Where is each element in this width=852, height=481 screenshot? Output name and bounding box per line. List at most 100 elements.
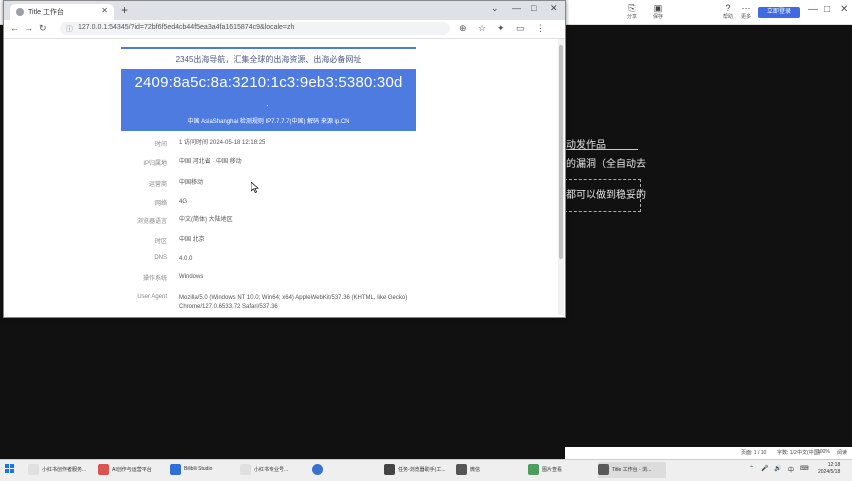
info-key: 浏览器语言 <box>136 219 167 225</box>
info-key: 运营商 <box>148 182 167 188</box>
address-url[interactable]: 127.0.0.1:54345/?id=72bf6f5ed4cb44f5ea3a… <box>78 24 294 31</box>
app-icon <box>598 464 609 475</box>
browser-close-icon[interactable]: ✕ <box>550 3 558 14</box>
share-tool-label: 分享 <box>626 14 637 20</box>
address-bar[interactable]: ⓘ 127.0.0.1:54345/?id=72bf6f5ed4cb44f5ea… <box>60 22 450 35</box>
page-indicator: 页面: 1 / 10 <box>741 450 767 456</box>
taskbar-item[interactable]: 图片查看 <box>528 462 572 478</box>
taskbar-item-label: 图片查看 <box>542 467 563 473</box>
banner-dot: · <box>266 101 269 110</box>
taskbar-item[interactable] <box>312 462 326 478</box>
browser-app-icon <box>312 464 323 475</box>
save-tool-button[interactable]: ▣ 保存 <box>646 3 670 20</box>
more-tool-button[interactable]: ⋯ 更多 <box>734 3 758 20</box>
taskbar-item-label: AI创作与运营平台 <box>112 467 152 473</box>
clock-date: 2024/5/18 <box>818 469 841 475</box>
taskbar-item[interactable]: 小红书专业号... <box>240 462 304 478</box>
top-accent-line <box>121 47 416 49</box>
taskbar-item-label: 微信 <box>470 467 481 473</box>
ip-address: 2409:8a5c:8a:3210:1c3:9eb3:5380:30d <box>134 74 403 91</box>
taskbar-item-active[interactable]: Title 工作台 - 浏... <box>598 462 666 478</box>
share-icon: ⎘ <box>628 3 636 13</box>
taskbar-item-label: 小红书专业号... <box>254 467 289 473</box>
scrollbar-thumb[interactable] <box>559 45 563 259</box>
tray-overflow-icon[interactable]: ⌃ <box>749 465 754 472</box>
zoom-icon[interactable]: ⊕ <box>459 23 467 34</box>
close-icon[interactable]: ✕ <box>840 4 848 15</box>
browser-minimize-icon[interactable]: — <box>512 3 521 13</box>
taskbar-item-label: 小红书创作者服务... <box>42 467 87 473</box>
info-key: 时区 <box>154 239 167 245</box>
info-key: 操作系统 <box>142 276 167 282</box>
info-key: IP归属地 <box>143 161 167 167</box>
maximize-icon[interactable]: □ <box>824 4 830 15</box>
zoom-level[interactable]: 100% <box>817 449 830 455</box>
wechat-icon <box>456 464 467 475</box>
app-icon <box>170 464 181 475</box>
reload-icon[interactable]: ↻ <box>39 23 47 34</box>
ip-banner: 2409:8a5c:8a:3210:1c3:9eb3:5380:30d · 中国… <box>121 69 416 131</box>
info-value: 中国 河北省 · 中国 移动 <box>179 159 242 165</box>
page-scrollbar[interactable] <box>558 39 564 315</box>
help-tool-label: 帮助 <box>722 14 733 20</box>
taskbar-item-label: Bilibili Studio <box>184 466 213 472</box>
ime-indicator[interactable]: 中 <box>788 465 794 474</box>
volume-icon[interactable]: 🔊 <box>774 465 781 472</box>
info-value: 中国 北京 <box>179 237 205 243</box>
keyboard-icon[interactable]: ⌨ <box>800 465 809 472</box>
app-icon <box>98 464 109 475</box>
tab-close-icon[interactable]: ✕ <box>101 6 108 15</box>
taskbar-item[interactable]: Bilibili Studio <box>170 462 228 478</box>
taskbar-item-label: 任务-浏览器助手(工... <box>398 467 446 473</box>
tab-active[interactable]: Title 工作台 ✕ <box>10 4 114 20</box>
browser-window: Title 工作台 ✕ + ⌄ — □ ✕ ← → ↻ ⓘ 127.0.0.1:… <box>3 0 566 318</box>
tab-search-icon[interactable]: ⌄ <box>491 3 499 14</box>
minimize-icon[interactable]: — <box>808 4 818 15</box>
banner-info: 中国 AsiaShanghai 检测规则 IP7.7.7.7(中国) 解码 来源… <box>187 119 350 125</box>
browser-maximize-icon[interactable]: □ <box>531 3 536 13</box>
taskbar-item[interactable]: AI创作与运营平台 <box>98 462 166 478</box>
tab-strip: Title 工作台 ✕ + ⌄ — □ ✕ <box>4 1 565 20</box>
extensions-icon[interactable]: ✦ <box>497 23 505 34</box>
reading-mode[interactable]: 阅读 <box>837 449 847 456</box>
info-value: Mozilla/5.0 (Windows NT 10.0; Win64; x64… <box>179 295 408 310</box>
site-info-icon[interactable]: ⓘ <box>66 24 73 34</box>
promo-link[interactable]: 2345出海导航，汇集全球的出海资源、出海必备网址 <box>121 54 416 65</box>
app-icon <box>384 464 395 475</box>
doc-divider <box>566 149 638 150</box>
info-key: 网络 <box>154 201 167 207</box>
save-tool-label: 保存 <box>652 14 663 20</box>
new-tab-button[interactable]: + <box>121 3 128 17</box>
info-value: 4G <box>179 199 188 205</box>
app-icon <box>28 464 39 475</box>
info-value: 中国移动 <box>179 180 204 186</box>
forward-icon[interactable]: → <box>24 23 33 33</box>
system-clock[interactable]: 12:18 2024/5/18 <box>818 462 840 476</box>
doc-line-3: 都可以做到稳妥的 <box>566 190 646 201</box>
tab-favicon-icon <box>16 8 24 16</box>
menu-icon[interactable]: ⋮ <box>536 23 545 34</box>
taskbar: 小红书创作者服务... AI创作与运营平台 Bilibili Studio 小红… <box>0 459 852 481</box>
taskbar-item[interactable]: 任务-浏览器助手(工... <box>384 462 448 478</box>
browser-toolbar: ← → ↻ ⓘ 127.0.0.1:54345/?id=72bf6f5ed4cb… <box>4 20 565 39</box>
doc-line-2: 的漏洞（全自动去 <box>566 159 646 170</box>
taskbar-item[interactable]: 小红书创作者服务... <box>28 462 100 478</box>
word-count: 字数: 1/2 <box>777 450 797 456</box>
taskbar-item-label: Title 工作台 - 浏... <box>612 467 652 473</box>
login-button[interactable]: 立即登录 <box>758 7 800 18</box>
clock-time: 12:18 <box>827 462 841 468</box>
microphone-icon[interactable]: 🎤 <box>761 465 768 472</box>
page-viewport: 2345出海导航，汇集全球的出海资源、出海必备网址 2409:8a5c:8a:3… <box>4 39 557 317</box>
more-icon: ⋯ <box>741 3 751 13</box>
start-menu-icon[interactable] <box>5 464 15 474</box>
bookmark-star-icon[interactable]: ☆ <box>478 23 486 34</box>
tab-title: Title 工作台 <box>28 9 64 16</box>
taskbar-item[interactable]: 微信 <box>456 462 490 478</box>
info-value: Windows <box>179 274 204 280</box>
info-key: DNS <box>154 255 167 261</box>
app-icon <box>240 464 251 475</box>
back-icon[interactable]: ← <box>10 23 19 33</box>
mouse-cursor-icon <box>251 182 259 193</box>
side-panel-icon[interactable]: ▭ <box>516 23 525 34</box>
share-tool-button[interactable]: ⎘ 分享 <box>620 3 644 20</box>
